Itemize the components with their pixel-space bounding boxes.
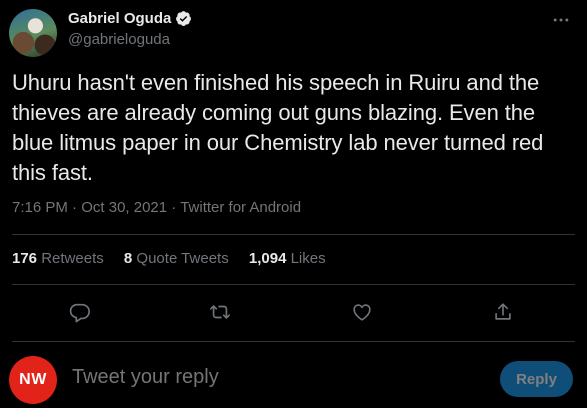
meta-separator: · [167, 199, 181, 216]
likes-count: 1,094 [248, 250, 287, 267]
reply-input[interactable] [72, 366, 372, 389]
tweet-source[interactable]: Twitter for Android [180, 199, 301, 216]
divider [12, 234, 575, 235]
retweets-stat[interactable]: 176 Retweets [12, 250, 104, 267]
quote-tweets-stat[interactable]: 8 Quote Tweets [124, 250, 229, 267]
tweet-stats: 176 Retweets 8 Quote Tweets 1,094 Likes [12, 250, 342, 267]
divider [12, 284, 575, 285]
reply-avatar-text: NW [19, 371, 47, 388]
tweet-time[interactable]: 7:16 PM [12, 199, 68, 216]
heart-icon[interactable] [351, 301, 375, 325]
reply-icon[interactable] [69, 301, 93, 325]
likes-stat[interactable]: 1,094 Likes [249, 250, 326, 267]
reply-user-avatar[interactable]: NW [9, 356, 57, 404]
meta-separator: · [67, 199, 82, 216]
tweet-meta: 7:16 PM · Oct 30, 2021 · Twitter for And… [12, 199, 301, 216]
more-icon[interactable] [551, 10, 571, 30]
author-avatar[interactable] [9, 9, 57, 57]
share-icon[interactable] [492, 301, 516, 325]
author-handle[interactable]: @gabrieloguda [68, 31, 170, 48]
reply-button[interactable]: Reply [500, 361, 573, 397]
likes-label: Likes [290, 250, 326, 267]
divider [12, 341, 575, 342]
quote-label: Quote Tweets [136, 250, 229, 267]
quote-count: 8 [123, 250, 133, 267]
tweet-text: Uhuru hasn't even finished his speech in… [12, 70, 544, 185]
tweet-actions [0, 296, 587, 330]
retweets-label: Retweets [41, 250, 104, 267]
author-name[interactable]: Gabriel Oguda [68, 10, 171, 27]
retweets-count: 176 [12, 250, 38, 267]
tweet-date[interactable]: Oct 30, 2021 [81, 199, 167, 216]
retweet-icon[interactable] [209, 301, 233, 325]
author-name-row: Gabriel Oguda [68, 10, 192, 27]
verified-badge-icon [175, 10, 192, 27]
